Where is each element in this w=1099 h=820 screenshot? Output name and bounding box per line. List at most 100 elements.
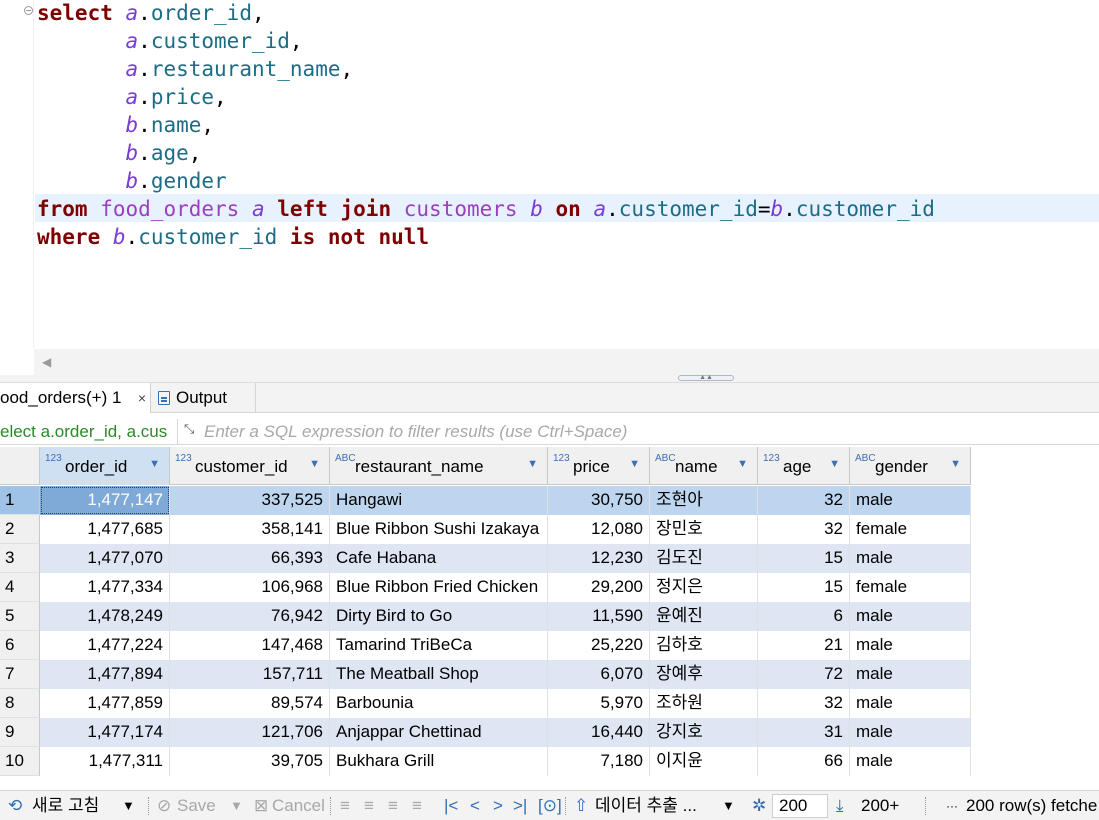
table-cell-name[interactable]: 김하호 (650, 631, 758, 660)
table-cell-age[interactable]: 32 (758, 689, 850, 718)
table-cell-order-id[interactable]: 1,477,147 (40, 486, 170, 515)
sql-line[interactable]: b.age, (37, 140, 935, 168)
table-cell-age[interactable]: 72 (758, 660, 850, 689)
sql-line[interactable]: select a.order_id, (37, 0, 935, 28)
table-row[interactable]: 3 1,477,070 66,393 Cafe Habana 12,230 김도진 15 ma… (0, 544, 971, 573)
column-menu-icon[interactable]: ▼ (527, 458, 538, 470)
table-cell-customer-id[interactable]: 66,393 (170, 544, 330, 573)
table-cell-price[interactable]: 29,200 (548, 573, 650, 602)
table-cell-name[interactable]: 조현아 (650, 486, 758, 515)
table-cell-order-id[interactable]: 1,477,334 (40, 573, 170, 602)
fetch-next-button[interactable]: 200+ (861, 791, 899, 820)
filter-input[interactable] (204, 419, 1084, 445)
export-data-button[interactable]: 데이터 추출 ... (595, 791, 697, 820)
export-icon[interactable]: ⇧ (574, 791, 588, 820)
table-cell-age[interactable]: 21 (758, 631, 850, 660)
table-cell-restaurant-name[interactable]: Hangawi (330, 486, 548, 515)
table-cell-customer-id[interactable]: 157,711 (170, 660, 330, 689)
refresh-dropdown-icon[interactable]: ▼ (122, 791, 135, 820)
sql-editor[interactable]: − select a.order_id, a.customer_id, a.re… (0, 0, 1099, 348)
column-menu-icon[interactable]: ▼ (309, 458, 320, 470)
row-number[interactable]: 3 (0, 544, 40, 573)
sql-line[interactable]: a.restaurant_name, (37, 56, 935, 84)
row-number-header[interactable] (0, 447, 40, 485)
export-dropdown-icon[interactable]: ▼ (722, 791, 735, 820)
table-cell-name[interactable]: 조하원 (650, 689, 758, 718)
row-number[interactable]: 5 (0, 602, 40, 631)
table-row[interactable]: 7 1,477,894 157,711 The Meatball Shop 6,070 장… (0, 660, 971, 689)
column-header-name[interactable]: ABC name ▼ (650, 447, 758, 485)
table-cell-age[interactable]: 15 (758, 544, 850, 573)
row-number[interactable]: 6 (0, 631, 40, 660)
table-cell-order-id[interactable]: 1,477,859 (40, 689, 170, 718)
sql-line[interactable]: where b.customer_id is not null (37, 224, 935, 252)
table-cell-order-id[interactable]: 1,478,249 (40, 602, 170, 631)
table-cell-gender[interactable]: male (850, 718, 971, 747)
table-cell-price[interactable]: 30,750 (548, 486, 650, 515)
table-cell-name[interactable]: 이지윤 (650, 747, 758, 776)
column-header-restaurant-name[interactable]: ABC restaurant_name ▼ (330, 447, 548, 485)
table-row[interactable]: 1 1,477,147 337,525 Hangawi 30,750 조현아 32 male (0, 486, 971, 515)
editor-horizontal-scrollbar[interactable]: ◀ (34, 349, 1099, 375)
table-cell-age[interactable]: 15 (758, 573, 850, 602)
table-cell-customer-id[interactable]: 39,705 (170, 747, 330, 776)
table-cell-price[interactable]: 12,230 (548, 544, 650, 573)
table-cell-gender[interactable]: male (850, 660, 971, 689)
table-row[interactable]: 8 1,477,859 89,574 Barbounia 5,970 조하원 32 male (0, 689, 971, 718)
sash-grip-icon[interactable]: ▲▲ (678, 374, 734, 381)
tab-output[interactable]: Output (156, 383, 256, 413)
expand-icon[interactable]: ⤡ (184, 421, 194, 437)
copy-row-icon[interactable]: ≡ (388, 791, 398, 820)
table-row[interactable]: 4 1,477,334 106,968 Blue Ribbon Fried Chick… (0, 573, 971, 602)
row-number[interactable]: 7 (0, 660, 40, 689)
column-header-customer-id[interactable]: 123 customer_id ▼ (170, 447, 330, 485)
table-cell-name[interactable]: 장예후 (650, 660, 758, 689)
column-header-gender[interactable]: ABC gender ▼ (850, 447, 971, 485)
table-cell-name[interactable]: 정지은 (650, 573, 758, 602)
table-cell-gender[interactable]: male (850, 747, 971, 776)
last-page-icon[interactable]: >| (513, 791, 527, 820)
cancel-button[interactable]: Cancel (272, 791, 325, 820)
row-number[interactable]: 10 (0, 747, 40, 776)
table-cell-customer-id[interactable]: 337,525 (170, 486, 330, 515)
row-number[interactable]: 1 (0, 486, 40, 515)
panel-sash[interactable]: ▲▲ (0, 374, 1099, 383)
column-menu-icon[interactable]: ▼ (950, 458, 961, 470)
refresh-icon[interactable]: ⟲ (8, 791, 22, 820)
table-cell-gender[interactable]: female (850, 515, 971, 544)
table-cell-name[interactable]: 윤예진 (650, 602, 758, 631)
more-icon[interactable]: ··· (946, 791, 958, 820)
table-cell-gender[interactable]: male (850, 631, 971, 660)
sql-code[interactable]: select a.order_id, a.customer_id, a.rest… (37, 0, 935, 252)
table-cell-gender[interactable]: female (850, 573, 971, 602)
table-row[interactable]: 9 1,477,174 121,706 Anjappar Chettinad 16,44… (0, 718, 971, 747)
table-cell-price[interactable]: 25,220 (548, 631, 650, 660)
sql-line[interactable]: a.customer_id, (37, 28, 935, 56)
tab-results[interactable]: ood_orders(+) 1 × (0, 383, 151, 413)
table-cell-gender[interactable]: male (850, 544, 971, 573)
table-cell-customer-id[interactable]: 121,706 (170, 718, 330, 747)
table-cell-customer-id[interactable]: 89,574 (170, 689, 330, 718)
table-cell-age[interactable]: 31 (758, 718, 850, 747)
row-number[interactable]: 9 (0, 718, 40, 747)
column-menu-icon[interactable]: ▼ (737, 458, 748, 470)
table-cell-order-id[interactable]: 1,477,174 (40, 718, 170, 747)
table-cell-order-id[interactable]: 1,477,224 (40, 631, 170, 660)
table-cell-price[interactable]: 7,180 (548, 747, 650, 776)
table-cell-order-id[interactable]: 1,477,894 (40, 660, 170, 689)
table-cell-name[interactable]: 장민호 (650, 515, 758, 544)
table-cell-name[interactable]: 강지호 (650, 718, 758, 747)
table-cell-price[interactable]: 12,080 (548, 515, 650, 544)
fetch-next-icon[interactable]: ⤓ (836, 791, 844, 820)
table-cell-age[interactable]: 6 (758, 602, 850, 631)
save-dropdown-icon[interactable]: ▼ (230, 791, 243, 820)
table-cell-customer-id[interactable]: 106,968 (170, 573, 330, 602)
add-row-icon[interactable]: ≡ (364, 791, 374, 820)
table-cell-price[interactable]: 6,070 (548, 660, 650, 689)
table-cell-gender[interactable]: male (850, 689, 971, 718)
save-button[interactable]: Save (177, 791, 216, 820)
table-cell-restaurant-name[interactable]: Anjappar Chettinad (330, 718, 548, 747)
table-row[interactable]: 2 1,477,685 358,141 Blue Ribbon Sushi Izaka… (0, 515, 971, 544)
table-row[interactable]: 5 1,478,249 76,942 Dirty Bird to Go 11,590 윤예… (0, 602, 971, 631)
table-row[interactable]: 6 1,477,224 147,468 Tamarind TriBeCa 25,220 김… (0, 631, 971, 660)
